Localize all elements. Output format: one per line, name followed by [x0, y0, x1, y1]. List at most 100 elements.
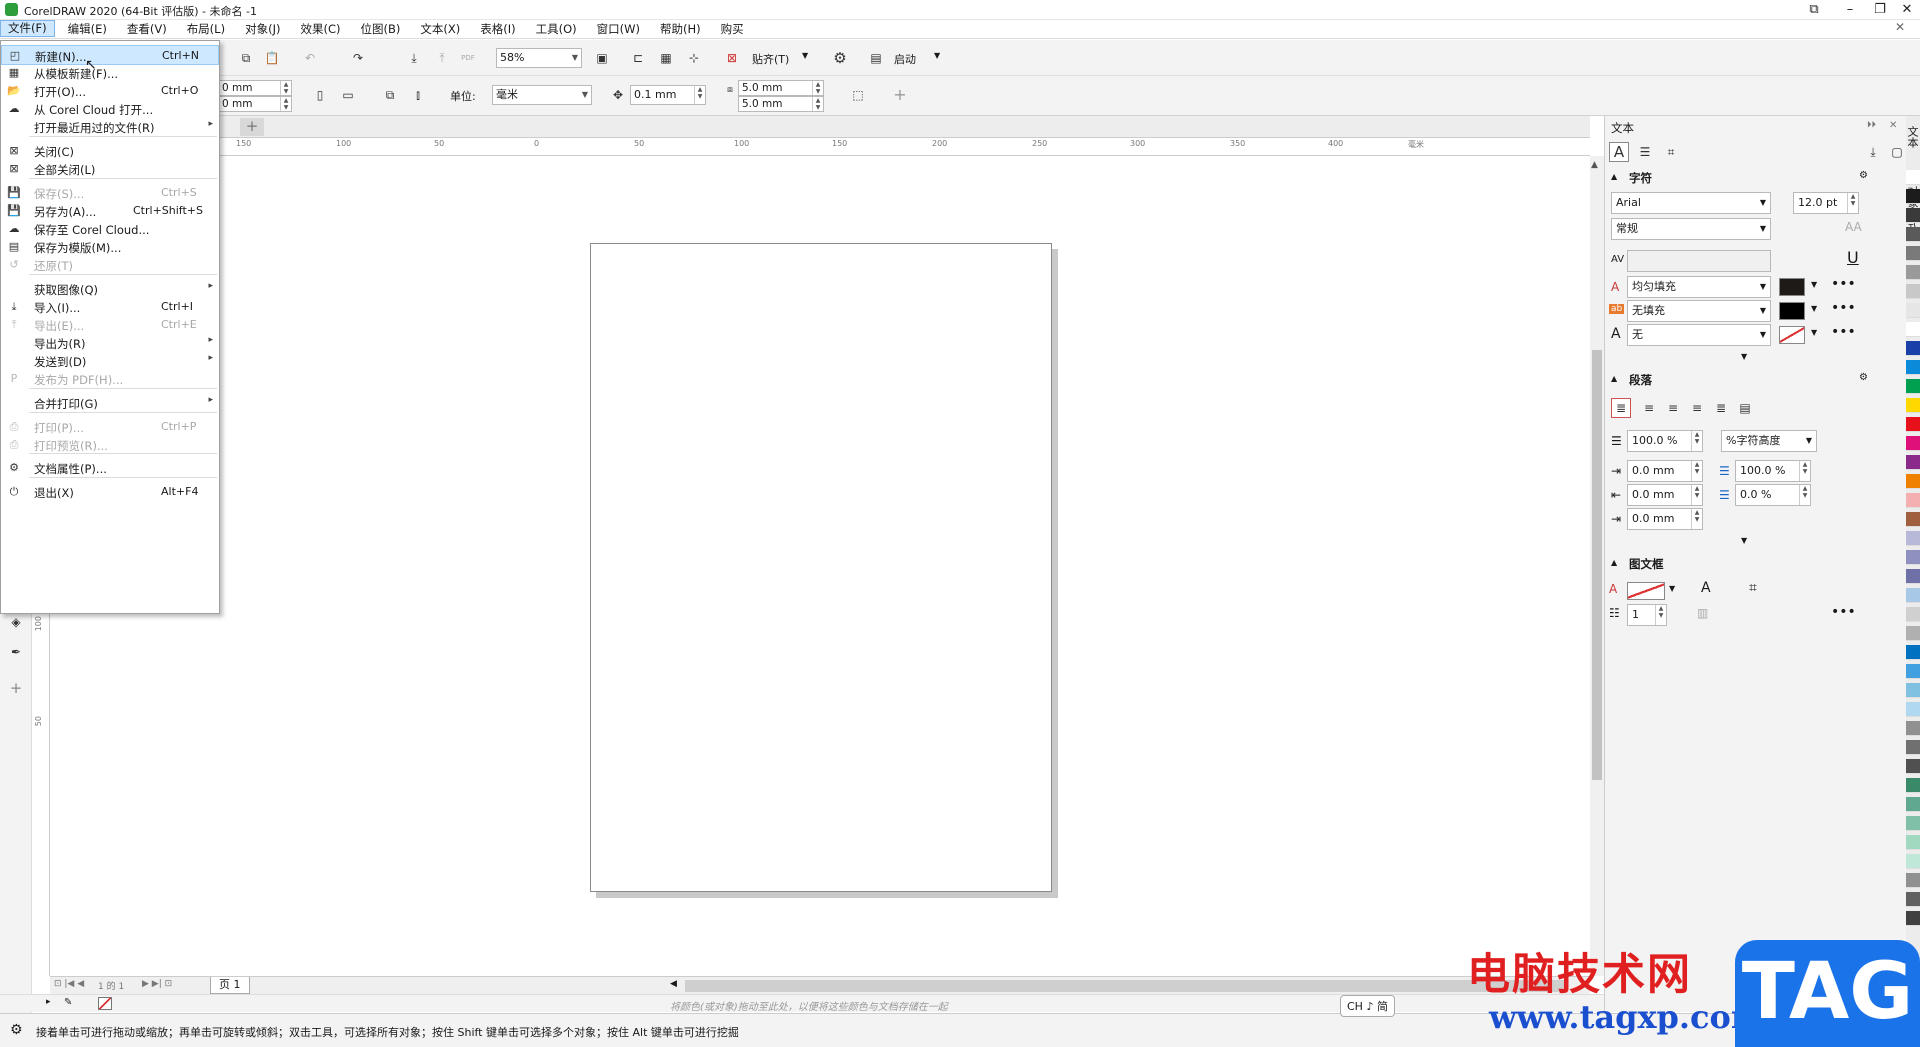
file-menu-item[interactable]: 获取图像(Q) ▸ [1, 279, 219, 299]
menu-6[interactable]: 位图(B) [353, 20, 407, 38]
color-swatch[interactable] [1906, 341, 1920, 356]
char-expand-icon[interactable]: ▼ [1741, 352, 1747, 361]
background-color-swatch[interactable] [1779, 302, 1805, 320]
outline-color-swatch[interactable] [1779, 326, 1805, 344]
snap-dropdown[interactable]: 贴齐(T) [752, 51, 789, 67]
menu-4[interactable]: 对象(J) [238, 20, 287, 38]
docker-import-icon[interactable]: ⤓ [1863, 142, 1883, 162]
current-page-icon[interactable]: ⫾ [408, 85, 428, 105]
font-size-field[interactable]: 12.0 pt ▲ ▼ [1793, 192, 1859, 214]
add-tool-icon[interactable]: + [6, 678, 26, 698]
menu-8[interactable]: 表格(I) [473, 20, 522, 38]
color-swatch[interactable] [1906, 379, 1920, 394]
zoom-select[interactable]: 58% ▼ [496, 48, 582, 68]
color-swatch[interactable] [1906, 284, 1920, 299]
char-collapse-icon[interactable]: ▲ [1611, 172, 1617, 181]
file-menu-item[interactable]: 打开最近用过的文件(R) ▸ [1, 117, 219, 137]
align-none-icon[interactable]: ≣ [1611, 398, 1631, 418]
file-menu-item[interactable]: ⤓ 导入(I)... Ctrl+I [1, 297, 219, 317]
color-swatch[interactable] [1906, 189, 1920, 204]
menu-11[interactable]: 帮助(H) [653, 20, 708, 38]
right-indent-field[interactable]: 0.0 mm ▲ ▼ [1627, 508, 1703, 530]
color-swatch[interactable] [1906, 512, 1920, 527]
color-swatch[interactable] [1906, 626, 1920, 641]
width-field[interactable]: 0 mm ▲ ▼ [218, 80, 292, 96]
vertical-align-icon[interactable]: A [1701, 580, 1711, 596]
snap-off-icon[interactable]: ⊠ [722, 48, 742, 68]
file-menu-item[interactable]: 合并打印(G) ▸ [1, 393, 219, 413]
file-menu-item[interactable]: ⊠ 关闭(C) [1, 141, 219, 161]
launch-chevron-down-icon[interactable]: ▼ [934, 51, 940, 60]
show-rulers-icon[interactable]: ⊏ [628, 48, 648, 68]
show-grid-icon[interactable]: ▦ [656, 48, 676, 68]
redo-icon[interactable]: ↷ [348, 48, 368, 68]
menu-7[interactable]: 文本(X) [413, 20, 467, 38]
color-swatch[interactable] [1906, 588, 1920, 603]
color-swatch[interactable] [1906, 892, 1920, 907]
frame-fit-icon[interactable]: ⌗ [1749, 580, 1757, 596]
treat-as-filled-icon[interactable]: ⬚ [848, 85, 868, 105]
launch-app-icon[interactable]: ▤ [866, 48, 886, 68]
paste-icon[interactable]: 📋 [262, 48, 282, 68]
line-spacing-field[interactable]: 100.0 % ▲ ▼ [1627, 430, 1703, 452]
color-swatch[interactable] [1906, 873, 1920, 888]
spacing-unit-select[interactable]: %字符高度 ▼ [1721, 430, 1817, 452]
fill-color-chevron-down-icon[interactable]: ▼ [1811, 280, 1817, 289]
paragraph-tab-icon[interactable]: ☰ [1635, 142, 1655, 162]
character-tab-icon[interactable]: A [1609, 142, 1629, 162]
file-menu-item[interactable]: ☁ 保存至 Corel Cloud... [1, 219, 219, 239]
page-nav-forward[interactable]: ▶ ▶| ⊡ [142, 979, 172, 989]
color-swatch[interactable] [1906, 816, 1920, 831]
color-swatch[interactable] [1906, 208, 1920, 223]
launch-dropdown[interactable]: 启动 [894, 51, 916, 67]
color-swatch[interactable] [1906, 721, 1920, 736]
portrait-icon[interactable]: ▯ [310, 85, 330, 105]
outline-select[interactable]: 无 ▼ [1627, 324, 1771, 346]
menu-9[interactable]: 工具(O) [529, 20, 584, 38]
color-swatch[interactable] [1906, 246, 1920, 261]
file-menu-item[interactable]: 发送到(D) ▸ [1, 351, 219, 371]
file-menu-item[interactable]: 💾 另存为(A)... Ctrl+Shift+S [1, 201, 219, 221]
color-swatch[interactable] [1906, 550, 1920, 565]
justify-force-icon[interactable]: ▤ [1735, 398, 1755, 418]
document-page[interactable] [590, 243, 1052, 892]
align-right-icon[interactable]: ≡ [1687, 398, 1707, 418]
help-window-icon[interactable]: ⧉ [1800, 0, 1828, 20]
color-swatch[interactable] [1906, 683, 1920, 698]
frame-bg-swatch[interactable] [1627, 582, 1665, 600]
eyedropper-icon[interactable]: ✎ [64, 997, 72, 1008]
para-settings-icon[interactable]: ⚙ [1859, 372, 1868, 383]
file-menu-item[interactable]: ◰ 新建(N)... Ctrl+N [1, 45, 219, 65]
menu-3[interactable]: 布局(L) [180, 20, 232, 38]
align-left-icon[interactable]: ≡ [1639, 398, 1659, 418]
color-swatch[interactable] [1906, 170, 1920, 185]
color-swatch[interactable] [1906, 493, 1920, 508]
page-nav-buttons[interactable]: ⊡ |◀ ◀ [54, 979, 84, 989]
show-guidelines-icon[interactable]: ⊹ [684, 48, 704, 68]
color-swatch[interactable] [1906, 398, 1920, 413]
options-gear-icon[interactable]: ⚙ [830, 48, 850, 68]
copy-icon[interactable]: ⧉ [236, 48, 256, 68]
status-gear-icon[interactable]: ⚙ [10, 1022, 23, 1038]
color-swatch[interactable] [1906, 759, 1920, 774]
color-swatch[interactable] [1906, 664, 1920, 679]
new-tab-plus-icon[interactable]: + [240, 118, 264, 136]
font-select[interactable]: Arial ▼ [1611, 192, 1771, 214]
ime-indicator[interactable]: CH ♪ 简 [1340, 995, 1395, 1017]
menu-5[interactable]: 效果(C) [293, 20, 347, 38]
justify-full-icon[interactable]: ≣ [1711, 398, 1731, 418]
dup-x-field[interactable]: 5.0 mm ▲ ▼ [738, 80, 824, 96]
close-button[interactable]: ✕ [1893, 0, 1920, 20]
hscroll-left-icon[interactable]: ◀ [670, 979, 677, 989]
background-fill-select[interactable]: 无填充 ▼ [1627, 300, 1771, 322]
menu-12[interactable]: 购买 [714, 20, 751, 38]
char-spacing-field[interactable]: 100.0 % ▲ ▼ [1735, 460, 1811, 482]
color-swatch[interactable] [1906, 797, 1920, 812]
pdf-icon[interactable]: PDF [458, 48, 478, 68]
file-menu-item[interactable]: ☁ 从 Corel Cloud 打开... [1, 99, 219, 119]
color-swatch[interactable] [1906, 322, 1920, 337]
file-menu-item[interactable]: 📂 打开(O)... Ctrl+O [1, 81, 219, 101]
import-toolbar-icon[interactable]: ⤓ [404, 48, 424, 68]
underline-icon[interactable]: U [1847, 248, 1859, 267]
color-swatch[interactable] [1906, 227, 1920, 242]
